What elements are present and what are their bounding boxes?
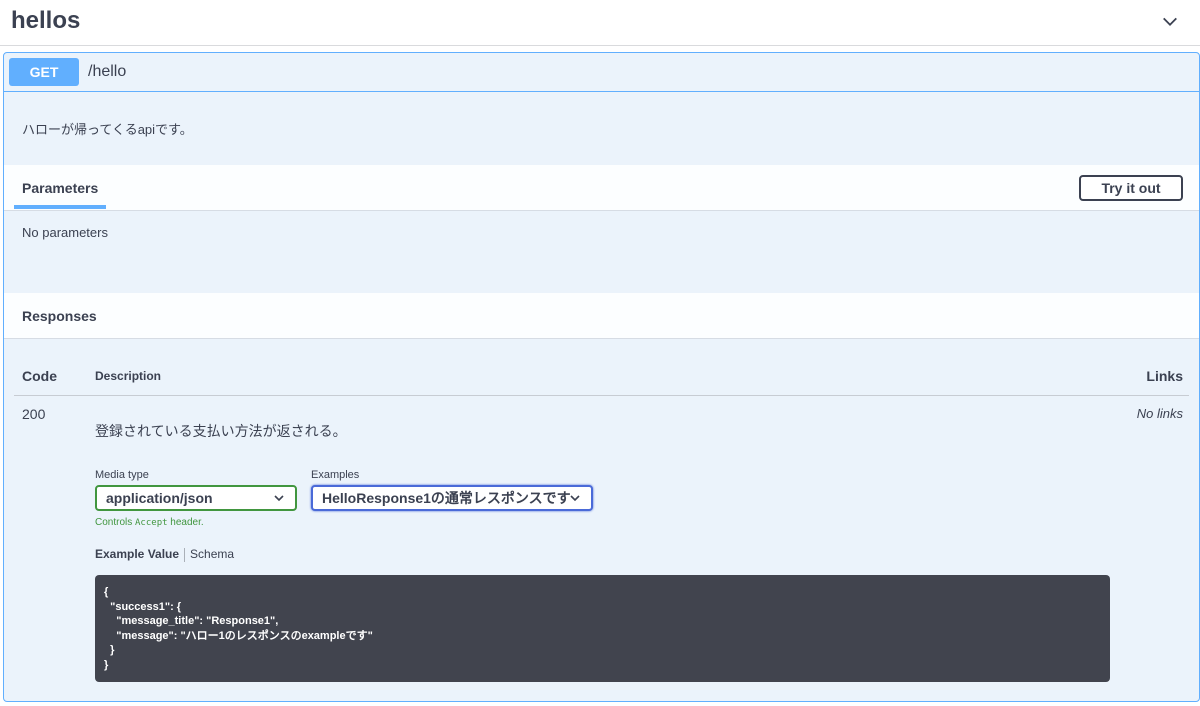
examples-select[interactable]: HelloResponse1の通常レスポンスです [311, 485, 593, 511]
header-divider [14, 395, 1189, 396]
media-type-select[interactable]: application/json [95, 485, 297, 511]
responses-header: Responses [4, 293, 1199, 339]
operation-description: ハローが帰ってくるapiです。 [22, 122, 193, 137]
controls-prefix: Controls [95, 517, 136, 528]
controls-accept-note: Controls Accept header. [95, 517, 204, 528]
response-links: No links [1136, 406, 1183, 421]
example-tabs: Example Value Schema [95, 547, 234, 562]
media-type-label: Media type [95, 469, 149, 481]
try-it-out-button[interactable]: Try it out [1079, 175, 1183, 201]
examples-value: HelloResponse1の通常レスポンスです [322, 490, 571, 506]
chevron-down-icon[interactable] [1161, 13, 1179, 31]
operation-path: /hello [88, 63, 127, 80]
column-header-code: Code [22, 368, 57, 384]
column-header-description: Description [95, 369, 162, 383]
tab-example-value[interactable]: Example Value [95, 547, 179, 561]
controls-code: Accept [135, 518, 168, 528]
responses-title: Responses [22, 308, 97, 324]
chevron-down-icon [570, 495, 580, 502]
example-json: { "success1": { "message_title": "Respon… [104, 586, 373, 671]
no-parameters-text: No parameters [22, 225, 108, 240]
examples-label: Examples [311, 469, 360, 481]
tab-separator [184, 547, 186, 562]
response-description: 登録されている支払い方法が返される。 [95, 423, 347, 439]
chevron-down-icon [274, 495, 284, 502]
response-code: 200 [22, 406, 46, 422]
operation-block: GET /hello ハローが帰ってくるapiです。 Parameters Tr… [3, 52, 1200, 702]
method-badge: GET [9, 58, 79, 86]
active-tab-indicator [14, 205, 106, 209]
example-code-block: { "success1": { "message_title": "Respon… [95, 575, 1110, 682]
tab-schema[interactable]: Schema [190, 547, 234, 561]
column-header-links: Links [1146, 368, 1183, 384]
media-type-value: application/json [106, 490, 213, 506]
tab-parameters[interactable]: Parameters [22, 180, 98, 196]
controls-suffix: header. [167, 517, 204, 528]
tag-header[interactable]: hellos [0, 0, 1200, 46]
tag-title[interactable]: hellos [11, 7, 80, 35]
operation-summary[interactable]: GET /hello [4, 53, 1199, 92]
parameters-header: Parameters Try it out [4, 165, 1199, 211]
